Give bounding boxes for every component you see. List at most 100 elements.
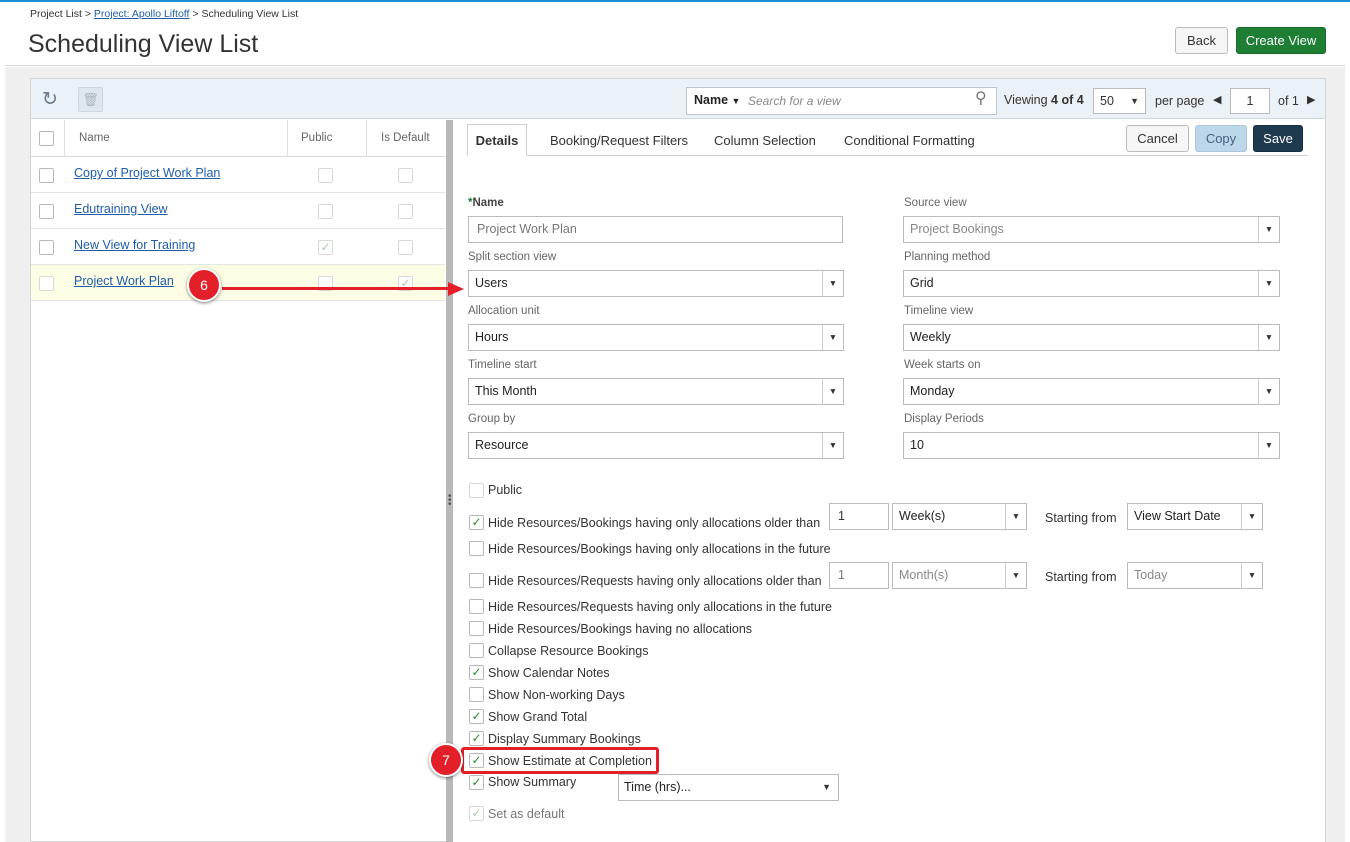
column-divider xyxy=(366,120,367,157)
tab-booking-request-filters[interactable]: Booking/Request Filters xyxy=(550,133,688,148)
column-header-name[interactable]: Name xyxy=(79,132,110,144)
name-field-label: *Name xyxy=(468,197,504,209)
timeline-start-select[interactable]: This Month ▼ xyxy=(468,378,844,405)
chevron-down-icon: ▼ xyxy=(1258,217,1279,242)
delete-icon[interactable]: 🗑︎ xyxy=(78,87,103,112)
pane-splitter[interactable] xyxy=(446,120,453,842)
chevron-down-icon: ▼ xyxy=(822,379,843,404)
group-by-value: Resource xyxy=(475,438,529,452)
bookings-starting-from-select[interactable]: View Start Date ▼ xyxy=(1127,503,1263,530)
timeline-view-label: Timeline view xyxy=(904,305,974,317)
public-option-label: Public xyxy=(488,483,523,497)
hide-requests-older-label: Hide Resources/Requests having only allo… xyxy=(488,574,822,588)
split-section-label: Split section view xyxy=(468,251,557,263)
planning-method-select[interactable]: Grid ▼ xyxy=(903,270,1280,297)
set-default-checkbox[interactable]: ✓ xyxy=(469,806,484,821)
view-link[interactable]: Project Work Plan xyxy=(74,274,174,288)
split-section-select[interactable]: Users ▼ xyxy=(468,270,844,297)
display-periods-label: Display Periods xyxy=(904,413,984,425)
copy-button[interactable]: Copy xyxy=(1195,125,1247,152)
show-grand-total-label: Show Grand Total xyxy=(488,710,588,724)
column-header-is-default[interactable]: Is Default xyxy=(381,132,430,144)
show-calendar-notes-checkbox[interactable]: ✓ xyxy=(469,665,484,680)
tab-conditional-formatting[interactable]: Conditional Formatting xyxy=(844,133,975,148)
view-link[interactable]: Edutraining View xyxy=(74,202,168,216)
view-link[interactable]: Copy of Project Work Plan xyxy=(74,166,220,180)
breadcrumb-project-list[interactable]: Project List xyxy=(30,8,82,20)
save-button[interactable]: Save xyxy=(1253,125,1303,152)
cancel-button[interactable]: Cancel xyxy=(1126,125,1189,152)
source-view-label: Source view xyxy=(904,197,967,209)
source-view-select[interactable]: Project Bookings ▼ xyxy=(903,216,1280,243)
step-7-callout: 7 xyxy=(429,743,463,777)
public-option-checkbox[interactable] xyxy=(469,483,484,498)
hide-no-allocations-label: Hide Resources/Bookings having no alloca… xyxy=(488,622,753,636)
back-button[interactable]: Back xyxy=(1175,27,1228,54)
step-6-callout: 6 xyxy=(187,268,221,302)
chevron-down-icon: ▼ xyxy=(1005,504,1026,529)
group-by-select[interactable]: Resource ▼ xyxy=(468,432,844,459)
allocation-unit-select[interactable]: Hours ▼ xyxy=(468,324,844,351)
name-input[interactable]: Project Work Plan xyxy=(468,216,843,243)
refresh-icon[interactable]: ↻ xyxy=(42,88,58,111)
requests-starting-from-select[interactable]: Today ▼ xyxy=(1127,562,1263,589)
display-summary-bookings-checkbox[interactable]: ✓ xyxy=(469,731,484,746)
prev-page-icon[interactable]: ◀ xyxy=(1213,93,1221,106)
display-summary-bookings-label: Display Summary Bookings xyxy=(488,732,641,746)
chevron-down-icon: ▼ xyxy=(1258,271,1279,296)
tab-details[interactable]: Details xyxy=(467,124,527,156)
show-grand-total-checkbox[interactable]: ✓ xyxy=(469,709,484,724)
breadcrumb-project-link[interactable]: Project: Apollo Liftoff xyxy=(94,8,190,20)
collapse-bookings-label: Collapse Resource Bookings xyxy=(488,644,649,658)
hide-bookings-future-checkbox[interactable] xyxy=(469,541,484,556)
page-number-input[interactable]: 1 xyxy=(1230,88,1270,114)
starting-from-label: Starting from xyxy=(1045,511,1117,525)
show-summary-select[interactable]: Time (hrs)... ▼ xyxy=(618,774,839,801)
public-checkbox: ✓ xyxy=(318,240,333,255)
chevron-down-icon: ▼ xyxy=(1241,504,1262,529)
public-checkbox xyxy=(318,204,333,219)
row-select-checkbox[interactable] xyxy=(39,240,54,255)
view-link[interactable]: New View for Training xyxy=(74,238,195,252)
breadcrumb-separator: > xyxy=(84,8,91,20)
hide-requests-future-checkbox[interactable] xyxy=(469,599,484,614)
annotation-arrow-head xyxy=(448,282,464,296)
show-non-working-label: Show Non-working Days xyxy=(488,688,625,702)
chevron-down-icon: ▼ xyxy=(1258,325,1279,350)
hide-bookings-older-amount[interactable]: 1 xyxy=(829,503,889,530)
show-non-working-checkbox[interactable] xyxy=(469,687,484,702)
select-all-checkbox[interactable] xyxy=(39,131,54,146)
hide-requests-older-amount[interactable]: 1 xyxy=(829,562,889,589)
search-input[interactable]: Search for a view xyxy=(748,94,841,108)
show-summary-checkbox[interactable]: ✓ xyxy=(469,775,484,790)
tab-column-selection[interactable]: Column Selection xyxy=(714,133,816,148)
column-divider xyxy=(64,120,65,157)
search-icon[interactable]: ⚲ xyxy=(975,88,987,108)
next-page-icon[interactable]: ▶ xyxy=(1307,93,1315,106)
search-field-selector[interactable]: Name ▼ xyxy=(694,93,740,107)
splitter-handle-icon[interactable]: • • • xyxy=(448,492,452,510)
show-summary-label: Show Summary xyxy=(488,775,577,789)
viewing-count: Viewing 4 of 4 xyxy=(1004,93,1084,107)
page-title: Scheduling View List xyxy=(28,30,259,58)
display-periods-select[interactable]: 10 ▼ xyxy=(903,432,1280,459)
hide-requests-older-unit[interactable]: Month(s) ▼ xyxy=(892,562,1027,589)
hide-bookings-older-unit[interactable]: Week(s) ▼ xyxy=(892,503,1027,530)
hide-requests-older-checkbox[interactable] xyxy=(469,573,484,588)
chevron-down-icon: ▼ xyxy=(822,433,843,458)
hide-requests-future-label: Hide Resources/Requests having only allo… xyxy=(488,600,832,614)
show-calendar-notes-label: Show Calendar Notes xyxy=(488,666,610,680)
row-select-checkbox[interactable] xyxy=(39,276,54,291)
column-header-public[interactable]: Public xyxy=(301,132,332,144)
timeline-view-select[interactable]: Weekly ▼ xyxy=(903,324,1280,351)
chevron-down-icon: ▼ xyxy=(1241,563,1262,588)
week-starts-select[interactable]: Monday ▼ xyxy=(903,378,1280,405)
hide-bookings-older-checkbox[interactable]: ✓ xyxy=(469,515,484,530)
row-select-checkbox[interactable] xyxy=(39,204,54,219)
page-size-select[interactable]: 50 ▼ xyxy=(1093,88,1146,114)
bookings-starting-from-value: View Start Date xyxy=(1134,509,1221,523)
hide-no-allocations-checkbox[interactable] xyxy=(469,621,484,636)
collapse-bookings-checkbox[interactable] xyxy=(469,643,484,658)
create-view-button[interactable]: Create View xyxy=(1236,27,1326,54)
row-select-checkbox[interactable] xyxy=(39,168,54,183)
